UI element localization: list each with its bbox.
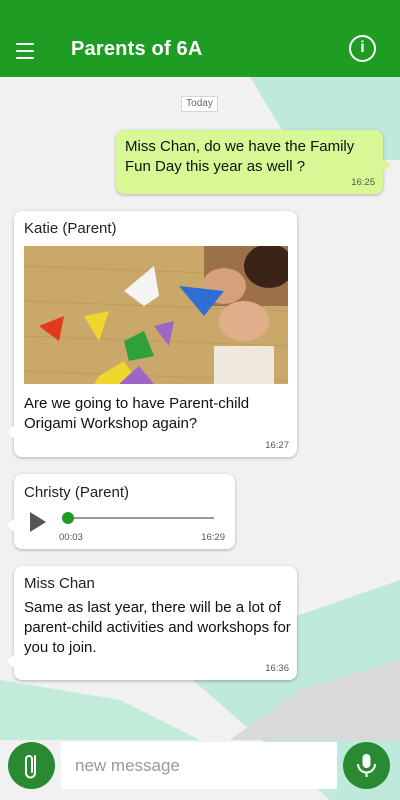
- message-time: 16:27: [265, 440, 289, 451]
- message-input[interactable]: new message: [61, 742, 337, 789]
- message-time: 16:25: [351, 177, 375, 188]
- incoming-message[interactable]: Katie (Parent) Are we going to have Pare…: [6, 211, 297, 457]
- info-icon[interactable]: i: [349, 35, 376, 62]
- message-time: 16:36: [265, 663, 289, 674]
- origami-photo[interactable]: [24, 246, 288, 384]
- message-text: Are we going to have Parent-child Origam…: [24, 395, 250, 432]
- audio-duration: 16:29: [201, 532, 225, 543]
- audio-progress-track[interactable]: [66, 517, 214, 519]
- date-separator: Today: [181, 96, 218, 112]
- hamburger-menu-icon[interactable]: [16, 43, 34, 59]
- audio-progress-handle[interactable]: [62, 512, 74, 524]
- incoming-audio-message[interactable]: Christy (Parent) 00:03 16:29: [6, 474, 235, 549]
- incoming-message[interactable]: Miss Chan Same as last year, there will …: [6, 566, 297, 680]
- audio-elapsed: 00:03: [59, 532, 83, 543]
- sender-name: Christy (Parent): [24, 484, 130, 501]
- attach-button[interactable]: [8, 742, 55, 789]
- microphone-button[interactable]: [343, 742, 390, 789]
- paperclip-icon: [25, 755, 36, 779]
- app-bar: Parents of 6A i: [0, 0, 400, 77]
- outgoing-message[interactable]: Miss Chan, do we have the Family Fun Day…: [116, 130, 391, 194]
- microphone-icon: [357, 754, 376, 777]
- origami-image: [24, 246, 288, 384]
- sender-name: Miss Chan: [24, 575, 95, 592]
- message-text: Miss Chan, do we have the Family Fun Day…: [125, 138, 355, 175]
- message-text: Same as last year, there will be a lot o…: [24, 599, 291, 656]
- play-icon[interactable]: [30, 512, 46, 532]
- chat-title: Parents of 6A: [71, 38, 203, 60]
- sender-name: Katie (Parent): [24, 220, 117, 237]
